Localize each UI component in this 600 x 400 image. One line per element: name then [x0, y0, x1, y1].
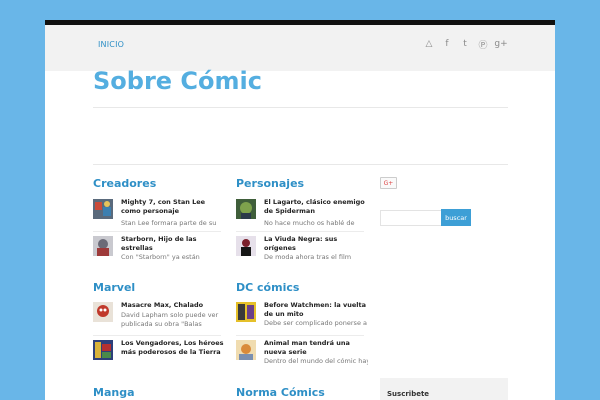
category-title-norma-comics[interactable]: Norma Cómics [236, 386, 325, 399]
pinterest-icon[interactable]: Ⓟ [476, 37, 490, 51]
category-title-manga[interactable]: Manga [93, 386, 135, 399]
twitter-icon[interactable]: t [458, 37, 472, 51]
post-title[interactable]: El Lagarto, clásico enemigo de Spiderman [264, 198, 368, 216]
post-excerpt: De moda ahora tras el film [264, 253, 352, 261]
page-container: INICIO △ f t Ⓟ g+ Sobre Cómic Creadores … [45, 20, 555, 400]
post-excerpt: Con "Starborn" ya están [121, 253, 200, 261]
post-thumbnail[interactable] [236, 199, 256, 219]
category-title-dc-comics[interactable]: DC cómics [236, 281, 299, 294]
google-plus-button[interactable]: G+ [380, 177, 397, 189]
list-item[interactable]: Los Vengadores, Los héroes más poderosos… [93, 339, 225, 380]
list-item[interactable]: Starborn, Hijo de las estrellas Con "Sta… [93, 235, 225, 276]
banner-divider [93, 164, 508, 165]
subscribe-widget: Suscribete [380, 378, 508, 400]
google-plus-icon[interactable]: g+ [494, 37, 508, 51]
post-title[interactable]: Masacre Max, Chalado [121, 301, 225, 310]
search-button[interactable]: buscar [441, 209, 471, 226]
post-title[interactable]: Mighty 7, con Stan Lee como personaje [121, 198, 225, 216]
category-title-creadores[interactable]: Creadores [93, 177, 156, 190]
rss-icon[interactable]: △ [422, 37, 436, 51]
item-divider [236, 335, 364, 336]
post-title[interactable]: Los Vengadores, Los héroes más poderosos… [121, 339, 225, 357]
post-excerpt: David Lapham solo puede ver publicada su… [121, 311, 219, 328]
post-thumbnail[interactable] [236, 236, 256, 256]
list-item[interactable]: Before Watchmen: la vuelta de un mito De… [236, 301, 368, 342]
post-thumbnail[interactable] [93, 199, 113, 219]
post-title[interactable]: Starborn, Hijo de las estrellas [121, 235, 225, 253]
site-title[interactable]: Sobre Cómic [93, 67, 262, 95]
subscribe-title: Suscribete [387, 390, 430, 398]
list-item[interactable]: La Viuda Negra: sus orígenes De moda aho… [236, 235, 368, 276]
category-title-personajes[interactable]: Personajes [236, 177, 304, 190]
list-item[interactable]: Masacre Max, Chalado David Lapham solo p… [93, 301, 225, 342]
post-title[interactable]: La Viuda Negra: sus orígenes [264, 235, 368, 253]
post-thumbnail[interactable] [93, 302, 113, 322]
list-item[interactable]: Mighty 7, con Stan Lee como personaje St… [93, 198, 225, 239]
post-excerpt: Stan Lee formara parte de su [121, 219, 217, 227]
header-divider [93, 107, 508, 108]
nav-bar: INICIO △ f t Ⓟ g+ [45, 25, 555, 71]
facebook-icon[interactable]: f [440, 37, 454, 51]
list-item[interactable]: El Lagarto, clásico enemigo de Spiderman… [236, 198, 368, 239]
category-title-marvel[interactable]: Marvel [93, 281, 135, 294]
post-excerpt: Dentro del mundo del cómic hay [264, 357, 368, 365]
post-title[interactable]: Animal man tendrá una nueva serie [264, 339, 368, 357]
item-divider [93, 231, 221, 232]
search-input[interactable] [380, 210, 444, 226]
post-title[interactable]: Before Watchmen: la vuelta de un mito [264, 301, 368, 319]
post-excerpt: No hace mucho os hablé de [264, 219, 355, 227]
post-thumbnail[interactable] [236, 340, 256, 360]
post-thumbnail[interactable] [93, 340, 113, 360]
post-excerpt: Debe ser complicado ponerse a [264, 319, 367, 327]
item-divider [236, 231, 364, 232]
post-thumbnail[interactable] [93, 236, 113, 256]
post-thumbnail[interactable] [236, 302, 256, 322]
nav-home-link[interactable]: INICIO [98, 40, 124, 49]
item-divider [93, 335, 221, 336]
list-item[interactable]: Animal man tendrá una nueva serie Dentro… [236, 339, 368, 380]
